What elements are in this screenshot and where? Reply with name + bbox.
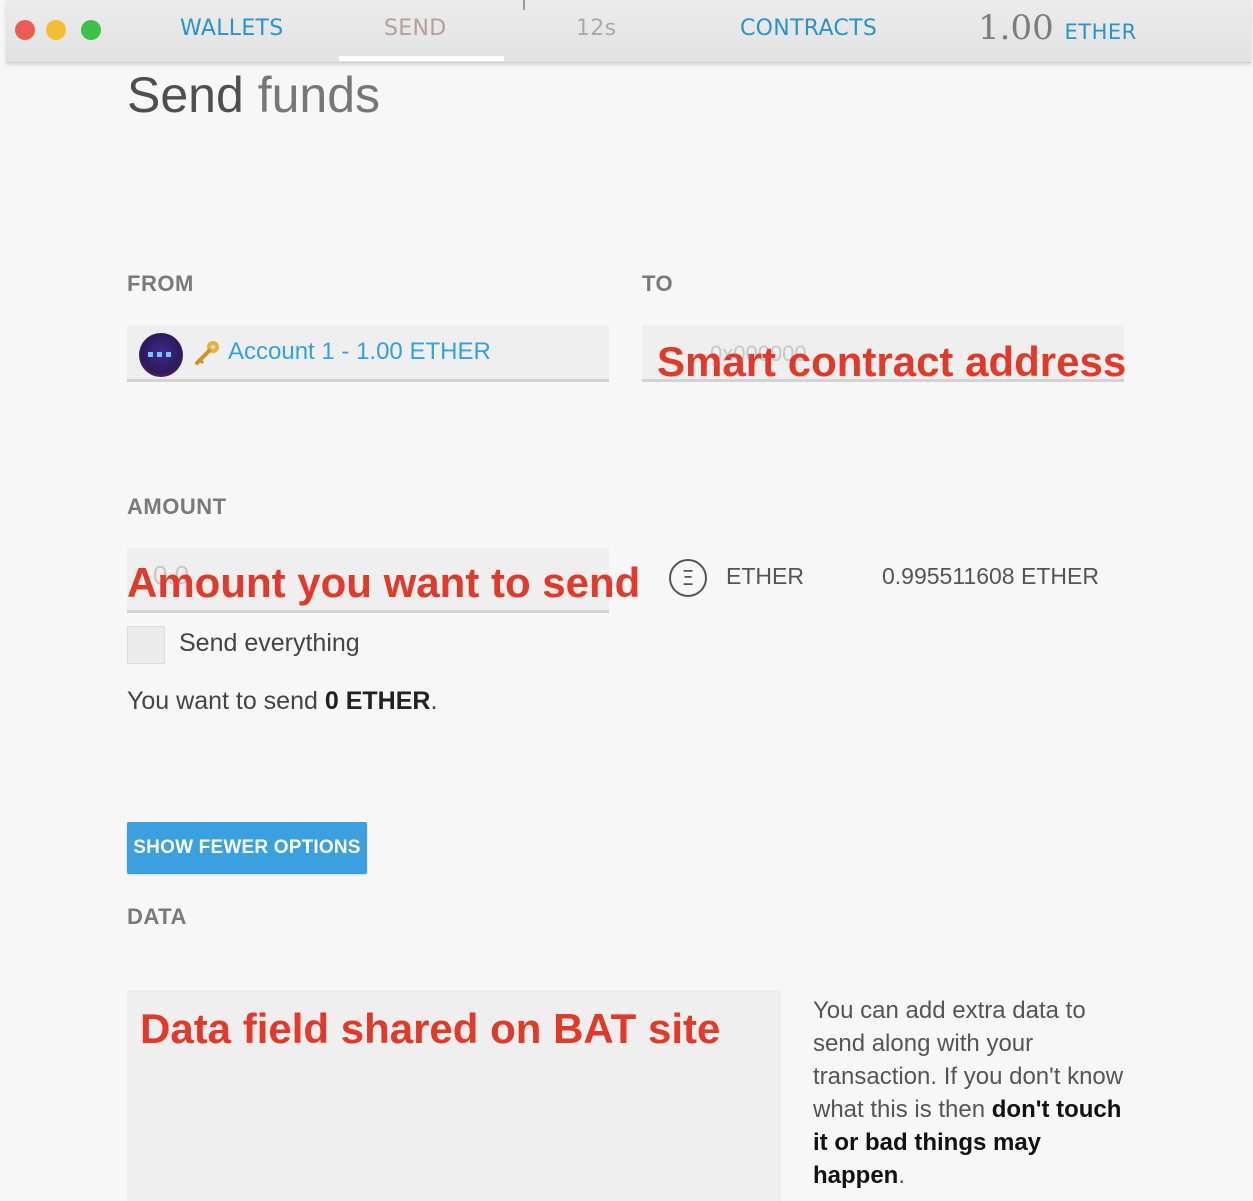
nav-wallets[interactable]: WALLETS [180, 16, 284, 41]
active-tab-indicator [339, 56, 504, 61]
amount-label: AMOUNT [127, 494, 227, 519]
from-label: FROM [127, 271, 194, 296]
top-navigation-bar: WALLETS SEND 12s CONTRACTS 1.00 ETHER [6, 0, 1251, 63]
page-title-strong: Send [127, 67, 244, 123]
account-identicon [139, 333, 183, 377]
data-label: DATA [127, 904, 187, 929]
summary-amount: 0 ETHER [324, 687, 431, 715]
available-balance: 0.995511608 ETHER [882, 563, 1099, 589]
page-title: Send funds [127, 66, 380, 124]
from-account-text: Account 1 - 1.00 ETHER [228, 338, 491, 365]
show-fewer-options-button[interactable]: SHOW FEWER OPTIONS [127, 822, 367, 874]
send-everything-label[interactable]: Send everything [179, 629, 360, 658]
to-annotation: Smart contract address [657, 338, 1127, 385]
balance-value: 1.00 [978, 8, 1054, 48]
nav-send[interactable]: SEND [384, 16, 446, 41]
summary-prefix: You want to send [127, 687, 318, 715]
data-help-text: You can add extra data to send along wit… [813, 994, 1133, 1192]
page-title-light: funds [257, 67, 381, 123]
sync-progress-line [523, 0, 525, 10]
amount-annotation: Amount you want to send [127, 559, 641, 606]
total-balance: 1.00 ETHER [978, 8, 1137, 48]
send-everything-checkbox[interactable] [127, 626, 165, 664]
summary-suffix: . [430, 687, 438, 715]
send-summary: You want to send 0 ETHER. [127, 687, 437, 716]
help-suffix: . [898, 1162, 906, 1189]
ether-icon[interactable]: Ξ [669, 559, 707, 597]
data-annotation: Data field shared on BAT site [140, 1005, 721, 1052]
maximize-window-icon[interactable] [81, 20, 101, 40]
balance-unit: ETHER [1064, 20, 1137, 44]
close-window-icon[interactable] [15, 20, 35, 40]
to-label: TO [642, 271, 674, 296]
currency-select[interactable]: ETHER [726, 563, 804, 590]
from-account-select[interactable]: Account 1 - 1.00 ETHER [127, 325, 609, 382]
nav-contracts[interactable]: CONTRACTS [740, 16, 877, 41]
minimize-window-icon[interactable] [46, 20, 66, 40]
key-icon [195, 341, 219, 365]
block-timer: 12s [576, 16, 617, 41]
